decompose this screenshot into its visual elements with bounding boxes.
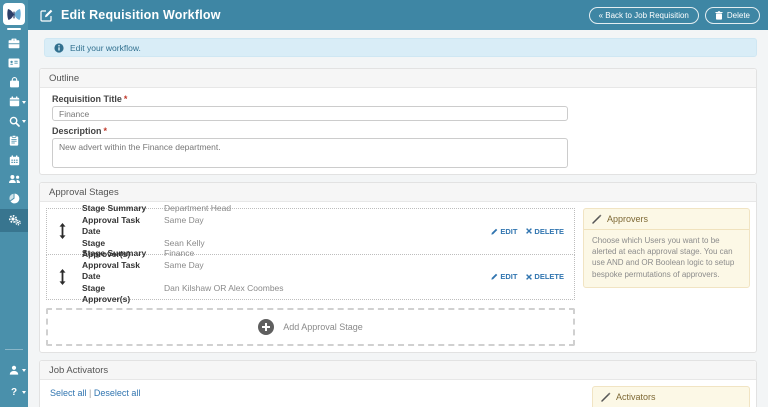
- approval-task-date-value: Same Day: [164, 260, 204, 282]
- help-icon: ?: [11, 387, 17, 398]
- sidebar-item-talent-bank[interactable]: [0, 73, 28, 92]
- app-logo[interactable]: [3, 3, 25, 25]
- stage-approvers-value: Dan Kilshaw OR Alex Coombes: [164, 283, 284, 305]
- sidebar-item-candidates[interactable]: [0, 53, 28, 72]
- page-title: Edit Requisition Workflow: [61, 8, 221, 22]
- stage-summary-value: Finance: [164, 248, 194, 259]
- butterfly-icon: [6, 8, 22, 21]
- stage-summary-label: Stage Summary: [82, 248, 150, 259]
- requisition-title-input[interactable]: [52, 106, 568, 121]
- outline-panel-title: Outline: [40, 69, 756, 88]
- approval-stage-row: Stage SummaryFinance Approval Task DateS…: [46, 254, 575, 301]
- outline-panel: Outline Requisition Title * Description …: [39, 68, 757, 175]
- stage-delete-link[interactable]: DELETE: [526, 272, 564, 281]
- sidebar-item-reports[interactable]: [0, 189, 28, 208]
- description-label: Description *: [52, 126, 744, 136]
- activators-callout: Activators: [592, 386, 750, 407]
- sidebar-item-events[interactable]: [0, 92, 28, 111]
- approval-task-date-label: Approval Task Date: [82, 215, 150, 237]
- briefcase-icon: [8, 38, 20, 49]
- x-icon: [526, 228, 532, 234]
- x-icon: [526, 274, 532, 280]
- links-separator: |: [89, 388, 91, 398]
- select-all-link[interactable]: Select all: [50, 388, 87, 398]
- sidebar-item-jobs[interactable]: [0, 34, 28, 53]
- add-approval-stage-label: Add Approval Stage: [283, 322, 363, 332]
- edit-icon: [40, 9, 53, 22]
- sidebar-item-calendar[interactable]: [0, 150, 28, 169]
- stage-summary-label: Stage Summary: [82, 203, 150, 214]
- stage-approvers-label: Stage Approver(s): [82, 283, 150, 305]
- requisition-title-label: Requisition Title *: [52, 94, 744, 104]
- sidebar-divider: [5, 349, 23, 350]
- chevron-down-icon: [22, 369, 26, 372]
- sidebar-item-settings[interactable]: [0, 209, 28, 232]
- stage-summary-value: Department Head: [164, 203, 231, 214]
- bag-icon: [9, 77, 20, 88]
- logo-underline: [7, 28, 21, 30]
- back-to-job-requisition-button[interactable]: « Back to Job Requisition: [589, 7, 699, 24]
- cogs-icon: [8, 214, 21, 226]
- chevron-down-icon: [22, 101, 26, 104]
- sidebar-item-tasks[interactable]: [0, 131, 28, 150]
- job-activators-panel-title: Job Activators: [40, 361, 756, 380]
- select-links: Select all | Deselect all: [50, 388, 584, 398]
- wand-icon: [601, 392, 611, 402]
- approvers-callout: Approvers Choose which Users you want to…: [583, 208, 750, 288]
- sidebar-user-menu[interactable]: [0, 359, 28, 381]
- chevron-down-icon: [22, 120, 26, 123]
- page-header: Edit Requisition Workflow « Back to Job …: [28, 0, 768, 30]
- description-textarea[interactable]: New advert within the Finance department…: [52, 138, 568, 168]
- stage-delete-link[interactable]: DELETE: [526, 227, 564, 236]
- chevron-down-icon: [22, 391, 26, 394]
- approvers-callout-body: Choose which Users you want to be alerte…: [584, 230, 749, 287]
- approvers-callout-title: Approvers: [607, 214, 648, 224]
- activators-callout-title: Activators: [616, 392, 656, 402]
- plus-icon: [258, 319, 274, 335]
- wand-icon: [592, 214, 602, 224]
- info-icon: [54, 43, 64, 53]
- calendar-dropdown-icon: [9, 96, 20, 107]
- pencil-icon: [491, 228, 498, 235]
- search-dropdown-icon: [9, 116, 20, 127]
- pie-chart-icon: [9, 193, 20, 204]
- info-alert: Edit your workflow.: [44, 38, 757, 57]
- approval-stages-panel: Approval Stages Stage Summary Department …: [39, 182, 757, 353]
- sidebar-item-users[interactable]: [0, 170, 28, 189]
- delete-button[interactable]: Delete: [705, 7, 760, 24]
- drag-handle-icon[interactable]: [57, 223, 67, 239]
- sidebar: ?: [0, 0, 28, 407]
- required-marker: *: [124, 94, 128, 104]
- approval-task-date-label: Approval Task Date: [82, 260, 150, 282]
- main-content: Edit your workflow. Outline Requisition …: [28, 30, 768, 407]
- delete-button-label: Delete: [727, 11, 750, 20]
- approval-task-date-value: Same Day: [164, 215, 204, 237]
- drag-handle-icon[interactable]: [57, 269, 67, 285]
- users-icon: [8, 174, 21, 184]
- sidebar-item-search[interactable]: [0, 112, 28, 131]
- sidebar-help-menu[interactable]: ?: [0, 381, 28, 403]
- info-alert-text: Edit your workflow.: [70, 43, 141, 53]
- calendar-icon: [9, 155, 20, 166]
- required-marker: *: [104, 126, 108, 136]
- deselect-all-link[interactable]: Deselect all: [94, 388, 141, 398]
- job-activators-panel: Job Activators Select all | Deselect all…: [39, 360, 757, 407]
- id-card-icon: [8, 58, 20, 68]
- add-approval-stage-button[interactable]: Add Approval Stage: [46, 308, 575, 346]
- stage-edit-link[interactable]: EDIT: [491, 227, 517, 236]
- stage-edit-link[interactable]: EDIT: [491, 272, 517, 281]
- back-button-label: « Back to Job Requisition: [599, 11, 689, 20]
- pencil-icon: [491, 273, 498, 280]
- approval-stages-panel-title: Approval Stages: [40, 183, 756, 202]
- user-icon: [9, 365, 19, 375]
- clipboard-icon: [9, 135, 19, 146]
- trash-icon: [715, 11, 723, 20]
